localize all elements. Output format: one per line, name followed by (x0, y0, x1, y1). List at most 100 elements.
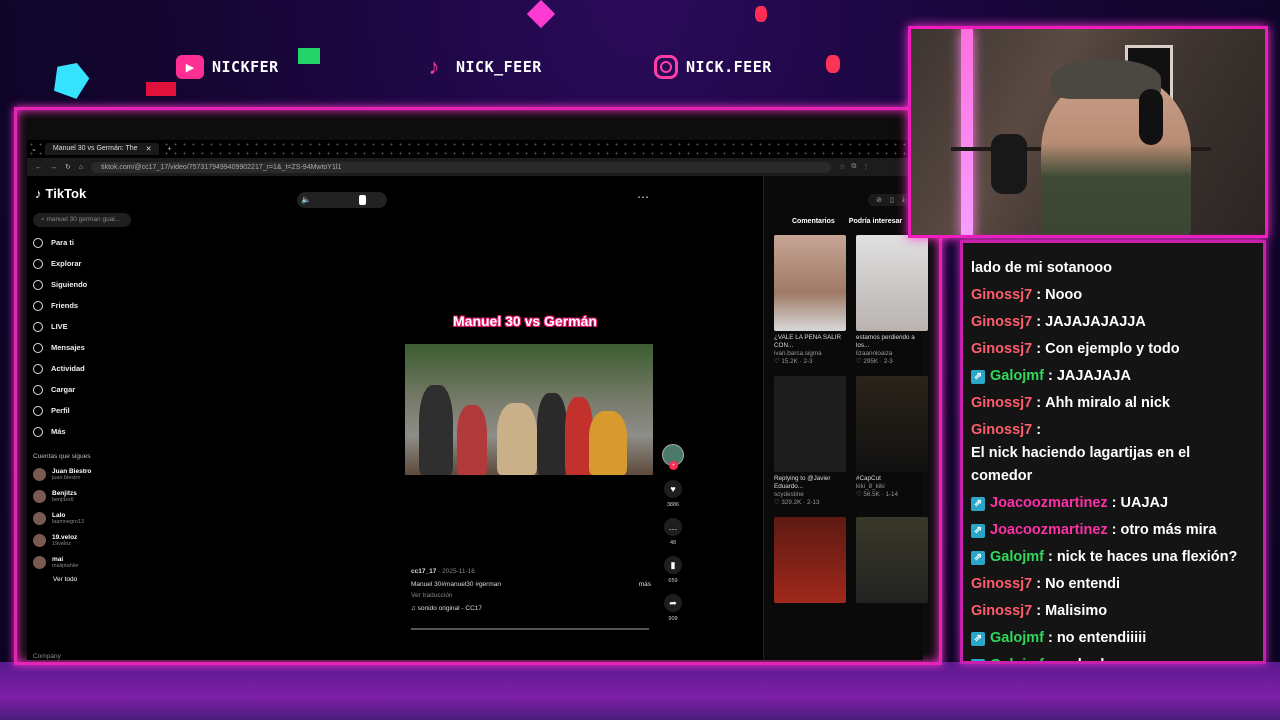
extension-icon[interactable]: ⧉ (851, 163, 856, 171)
author-avatar[interactable] (662, 444, 684, 470)
home-icon[interactable]: ⌂ (79, 164, 83, 171)
nav-item[interactable]: Para ti (33, 237, 141, 248)
chat-username[interactable]: Joacoozmartinez (990, 519, 1108, 542)
nav-item-label: Más (51, 427, 66, 436)
decor-dot-red (755, 6, 767, 22)
following-item[interactable]: mai maliptahler (33, 555, 141, 570)
url-field[interactable]: tiktok.com/@cc17_17/video/75731794994099… (91, 161, 832, 173)
chat-username[interactable]: Ginossj7 (971, 573, 1032, 596)
nav-item[interactable]: Cargar (33, 384, 141, 395)
chat-message: lado de mi sotanooo (971, 257, 1255, 280)
reload-icon[interactable]: ↻ (65, 163, 71, 171)
chat-username[interactable]: Galojmf (990, 546, 1044, 569)
chat-username[interactable]: Joacoozmartinez (990, 492, 1108, 515)
more-options-icon[interactable]: ⋯ (637, 190, 649, 204)
more-icon (33, 426, 43, 437)
chat-text: El nick haciendo lagartijas en el comedo… (971, 445, 1191, 484)
chat-message: ⇗ Galojmf: no entendiiiii (971, 627, 1255, 650)
thumbnail-image[interactable] (774, 376, 846, 472)
nav-item[interactable]: Friends (33, 300, 141, 311)
screen-capture-frame: ⌄ Manuel 30 vs Germán: The ✕ + ← → ↻ ⌂ t… (14, 107, 942, 665)
star-icon[interactable]: ☆ (839, 163, 845, 171)
nav-item[interactable]: Mensajes (33, 342, 141, 353)
following-item[interactable]: Benjitzs benjitzs6 (33, 489, 141, 504)
back-icon[interactable]: ← (35, 164, 42, 171)
following-item[interactable]: 19.veloz 19veloz (33, 533, 141, 548)
tiktok-logo[interactable]: ♪ TikTok (35, 186, 141, 201)
share-icon[interactable]: ➦ (664, 594, 682, 612)
forward-icon[interactable]: → (50, 164, 57, 171)
chat-text: No entendi (1045, 576, 1121, 592)
tab-comments[interactable]: Comentarios (792, 218, 835, 225)
following-item[interactable]: Lalo laamnegro13 (33, 511, 141, 526)
prime-badge-icon: ⇗ (971, 631, 985, 646)
chat-text: Malisimo (1045, 603, 1108, 619)
nav-item[interactable]: Siguiendo (33, 279, 141, 290)
sound-link[interactable]: ♫ sonido original - CC17 (411, 605, 651, 612)
volume-slider[interactable]: 🔈 (297, 192, 387, 208)
nav-item[interactable]: Actividad (33, 363, 141, 374)
chat-username[interactable]: Ginossj7 (971, 419, 1032, 442)
new-tab-icon[interactable]: + (167, 146, 171, 153)
company-link[interactable]: Company (33, 653, 61, 660)
search-input[interactable]: ⌕ manuel 30 german gual... (33, 213, 131, 227)
thumbnail-card[interactable] (856, 517, 928, 603)
volume-knob[interactable] (359, 195, 366, 205)
thumbnail-card[interactable]: Replying to @Javier Eduardo... scydestine… (774, 376, 846, 507)
speaker-icon[interactable]: 🔈 (301, 195, 311, 204)
video-progress-bar[interactable] (411, 628, 649, 630)
thumbnail-card[interactable] (774, 517, 846, 603)
chat-separator: : (1047, 368, 1053, 384)
see-all-link[interactable]: Ver todo (33, 576, 141, 583)
nav-item[interactable]: LIVE (33, 321, 141, 332)
nav-item[interactable]: Perfil (33, 405, 141, 416)
thumbnail-image[interactable] (856, 517, 928, 603)
comment-icon[interactable]: … (664, 518, 682, 536)
like-icon[interactable]: ♥ (664, 480, 682, 498)
explore-icon[interactable]: ⊘ (876, 196, 882, 204)
thumbnail-image[interactable] (774, 517, 846, 603)
thumbnail-desc: #CapCut (856, 475, 881, 482)
download-icon[interactable]: ⤓ (902, 196, 905, 204)
chat-separator: : (1036, 603, 1042, 619)
chat-username[interactable]: Ginossj7 (971, 600, 1032, 623)
thumbnail-card[interactable]: #CapCut kiki_8_kiki ♡ 56.5K · 1-14 (856, 376, 928, 507)
phone-icon[interactable]: ▯ (890, 196, 894, 204)
thumbnail-card[interactable]: ¿VALE LA PENA SALIR CON... ivan.barca.sig… (774, 235, 846, 366)
browser-tab[interactable]: Manuel 30 vs Germán: The ✕ (44, 143, 160, 155)
instagram-icon (654, 55, 678, 79)
chat-username[interactable]: Galojmf (990, 627, 1044, 650)
author-name[interactable]: cc17_17 (411, 568, 436, 575)
chat-username[interactable]: Ginossj7 (971, 338, 1032, 361)
thumbnail-image[interactable] (774, 235, 846, 331)
chat-username[interactable]: Ginossj7 (971, 311, 1032, 334)
chat-username[interactable]: Galojmf (990, 654, 1044, 661)
chat-message: Ginossj7: No entendi (971, 573, 1255, 596)
bookmark-icon[interactable]: ▮ (664, 556, 682, 574)
translate-link[interactable]: Ver traducción (411, 592, 651, 599)
tiktok-icon: ♪ (428, 54, 440, 79)
tiktok-sidebar: ♪ TikTok ⌕ manuel 30 german gual... Para… (27, 176, 147, 660)
chat-username[interactable]: Galojmf (990, 365, 1044, 388)
menu-icon[interactable]: ⋮ (862, 163, 869, 171)
thumbnail-image[interactable] (856, 235, 928, 331)
close-tab-icon[interactable]: ✕ (146, 145, 152, 153)
nav-item-label: Explorar (51, 259, 82, 268)
nav-item-label: LIVE (51, 322, 68, 331)
more-link[interactable]: más (639, 581, 651, 588)
chat-separator: : (1036, 576, 1042, 592)
tab-list-icon[interactable]: ⌄ (31, 145, 37, 153)
thumbnail-image[interactable] (856, 376, 928, 472)
thumbnail-card[interactable]: estamos perdiendo a los... lizaannloaiza ♡… (856, 235, 928, 366)
chat-username[interactable]: Ginossj7 (971, 284, 1032, 307)
decor-floor (0, 662, 1280, 720)
following-name: Benjitzs (52, 490, 77, 497)
following-item[interactable]: Juan Biestro juan.biestro (33, 467, 141, 482)
tab-bar: ⌄ Manuel 30 vs Germán: The ✕ + (27, 140, 923, 158)
extensions-area: ☆ ⧉ ⋮ (839, 163, 869, 171)
chat-username[interactable]: Ginossj7 (971, 392, 1032, 415)
tab-might-like[interactable]: Podría interesar (849, 218, 902, 225)
nav-item[interactable]: Explorar (33, 258, 141, 269)
nav-item[interactable]: Más (33, 426, 141, 437)
video-player[interactable] (405, 344, 653, 475)
